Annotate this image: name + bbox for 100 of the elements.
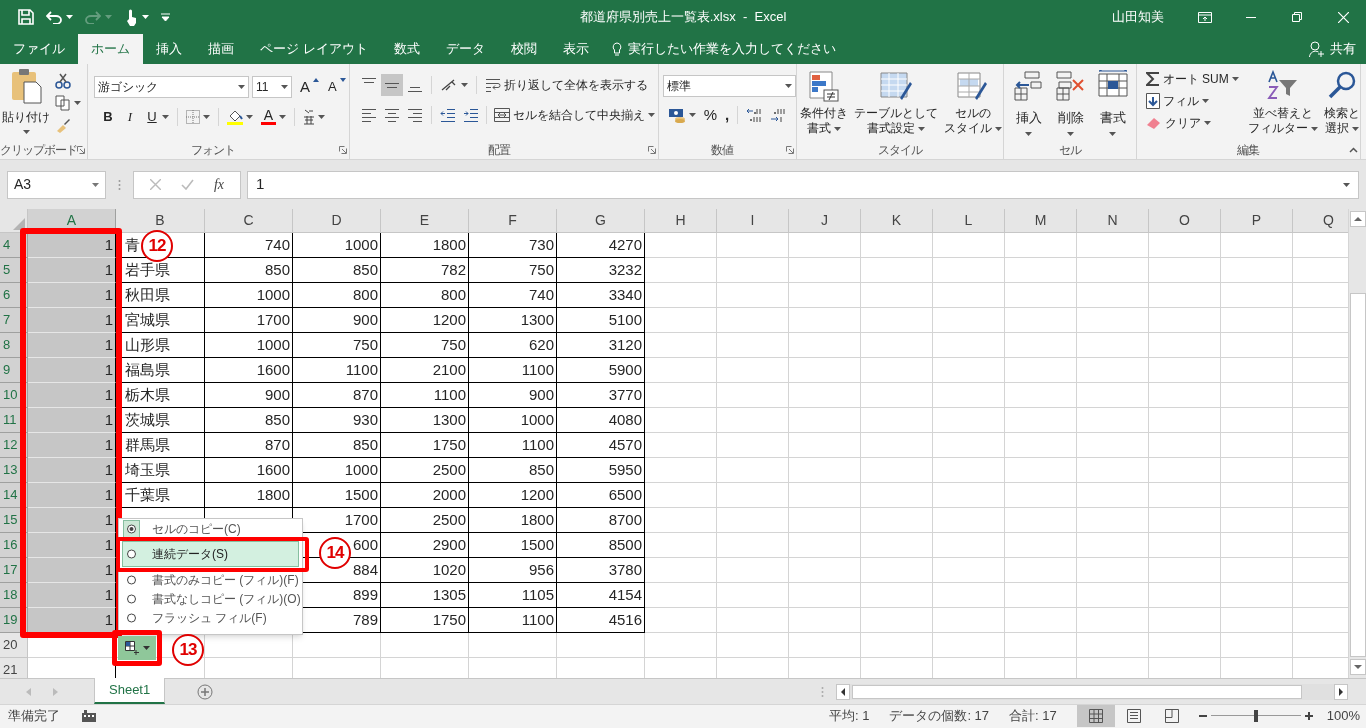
formula-input[interactable]: 1: [247, 170, 1359, 199]
column-header[interactable]: E: [381, 209, 469, 233]
horizontal-scrollbar[interactable]: [836, 683, 1348, 700]
ribbon-tab[interactable]: ページ レイアウト: [247, 34, 381, 64]
auto-fill-options-button[interactable]: [118, 636, 156, 660]
name-box[interactable]: A3: [7, 170, 106, 199]
table-cell: 1200: [381, 308, 469, 333]
increase-decimal-icon: [746, 107, 763, 123]
row-header[interactable]: 21: [0, 658, 28, 678]
ribbon-tab[interactable]: ホーム: [78, 34, 143, 64]
collapse-ribbon-button[interactable]: [1349, 147, 1358, 153]
copy-button[interactable]: [52, 92, 84, 114]
sort-filter-button[interactable]: 並べ替えと フィルター: [1247, 68, 1318, 136]
ribbon-tab[interactable]: 校閲: [497, 34, 550, 64]
status-text: 準備完了: [8, 707, 60, 726]
zoom-slider[interactable]: [1210, 709, 1301, 723]
autosum-button[interactable]: オート SUM: [1142, 68, 1242, 90]
table-cell: 782: [381, 258, 469, 283]
italic-button[interactable]: I: [120, 106, 140, 128]
format-cells-button[interactable]: 書式: [1093, 70, 1132, 136]
macro-record-button[interactable]: [82, 710, 96, 722]
menu-item[interactable]: 連続データ(S): [122, 541, 299, 567]
clear-button[interactable]: クリア: [1142, 112, 1242, 134]
table-cell: 1200: [469, 483, 557, 508]
wrap-text-button[interactable]: 折り返して全体を表示する: [481, 74, 651, 96]
table-cell: 4154: [557, 583, 645, 608]
column-header[interactable]: C: [205, 209, 293, 233]
table-cell: 1500: [469, 533, 557, 558]
percent-button[interactable]: %: [700, 104, 721, 126]
ribbon-display-icon: [1198, 11, 1212, 23]
plus-icon: [1304, 712, 1313, 720]
zoom-level-button[interactable]: 100%: [1326, 706, 1360, 726]
right-arrow-icon: [53, 687, 58, 696]
row-header[interactable]: 20: [0, 633, 28, 658]
ribbon-tab[interactable]: 表示: [549, 34, 602, 64]
column-header[interactable]: H: [645, 209, 717, 233]
cell-styles-button[interactable]: セルの スタイル: [942, 70, 1003, 136]
slider-thumb[interactable]: [1253, 710, 1258, 722]
tell-me-field[interactable]: 実行したい作業を入力してください: [611, 34, 836, 64]
column-header[interactable]: D: [293, 209, 381, 233]
sheet-tab[interactable]: Sheet1: [94, 678, 166, 704]
underline-button[interactable]: U: [142, 106, 172, 128]
insert-function-button[interactable]: fx: [213, 174, 224, 195]
table-cell: 1750: [381, 608, 469, 633]
decrease-decimal-icon: [770, 107, 787, 123]
up-triangle-icon: [313, 78, 319, 82]
caret-icon: [647, 113, 655, 117]
table-cell: 3232: [557, 258, 645, 283]
find-select-button[interactable]: 検索と 選択: [1323, 68, 1360, 136]
font-color-button[interactable]: A: [258, 106, 289, 128]
grow-font-button[interactable]: A: [297, 76, 322, 98]
column-header[interactable]: F: [469, 209, 557, 233]
caret-icon: [1351, 126, 1359, 131]
share-button[interactable]: 共有: [1309, 34, 1366, 64]
delete-cells-button[interactable]: 削除: [1051, 70, 1090, 136]
ribbon-tab[interactable]: データ: [432, 34, 498, 64]
column-header[interactable]: N: [1077, 209, 1149, 233]
column-header[interactable]: K: [861, 209, 933, 233]
format-as-table-button[interactable]: テーブルとして 書式設定: [852, 70, 939, 136]
caret-icon: [142, 646, 150, 650]
table-cell: 1: [28, 283, 116, 308]
ribbon-tab[interactable]: ファイル: [0, 34, 78, 64]
table-cell: 8500: [557, 533, 645, 558]
middle-align-button[interactable]: [380, 74, 403, 96]
ribbon-tab[interactable]: 数式: [380, 34, 433, 64]
paste-button[interactable]: 貼り付け: [4, 68, 48, 141]
money-icon: [667, 107, 686, 123]
caret-icon: [917, 126, 925, 131]
column-header[interactable]: L: [933, 209, 1005, 233]
ribbon-tab[interactable]: 描画: [195, 34, 247, 64]
table-cell: 750: [469, 258, 557, 283]
column-header[interactable]: O: [1149, 209, 1221, 233]
insert-cells-button[interactable]: 挿入: [1009, 70, 1048, 136]
zoom-in-button[interactable]: [1304, 712, 1313, 720]
menu-item[interactable]: 書式なしコピー (フィル)(O): [122, 589, 299, 608]
shrink-font-button[interactable]: A: [325, 76, 349, 98]
table-cell: 1: [28, 258, 116, 283]
conditional-formatting-button[interactable]: 条件付き 書式: [798, 70, 849, 136]
column-header[interactable]: P: [1221, 209, 1293, 233]
normal-view-button[interactable]: [1076, 705, 1115, 727]
column-header[interactable]: G: [557, 209, 645, 233]
column-header[interactable]: M: [1005, 209, 1077, 233]
column-header[interactable]: J: [789, 209, 861, 233]
comma-button[interactable]: ,: [722, 104, 733, 126]
fill-button[interactable]: フィル: [1142, 90, 1242, 112]
minus-icon: [1198, 715, 1207, 717]
table-cell: 1: [28, 333, 116, 358]
new-sheet-button[interactable]: [197, 683, 214, 700]
table-cell: 870: [205, 433, 293, 458]
merge-center-button[interactable]: セルを結合して中央揃え: [490, 104, 658, 126]
column-header[interactable]: I: [717, 209, 789, 233]
ribbon-tab[interactable]: 挿入: [143, 34, 195, 64]
caret-icon: [279, 115, 286, 119]
bold-button[interactable]: B: [98, 106, 118, 128]
number-format-field[interactable]: 標準: [662, 75, 796, 97]
font-size-field[interactable]: 11: [252, 76, 292, 98]
font-name-field[interactable]: 游ゴシック: [94, 76, 249, 98]
scroll-thumb[interactable]: [852, 684, 1302, 699]
scroll-thumb[interactable]: [1349, 293, 1366, 657]
vertical-scrollbar[interactable]: [1348, 209, 1366, 678]
